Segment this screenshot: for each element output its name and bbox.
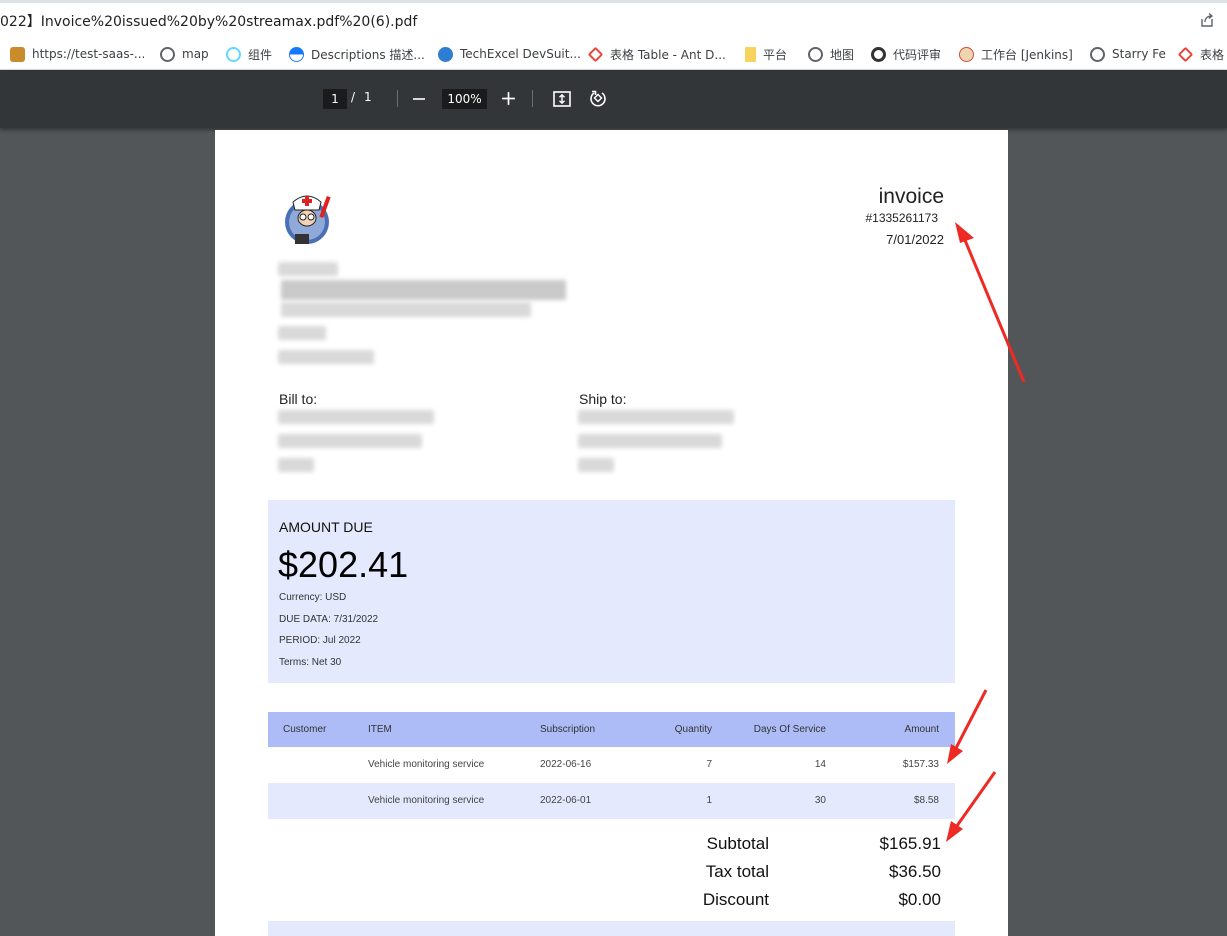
line-items-table: Customer ITEM Subscription Quantity Days… — [268, 712, 955, 819]
footer-band — [268, 921, 955, 936]
bookmark-label: TechExcel DevSuit... — [460, 47, 581, 61]
column-header-amount: Amount — [904, 724, 939, 735]
bookmark-label: 组件 — [248, 47, 273, 62]
bookmark-label: https://test-saas-... — [32, 47, 146, 61]
page-total: 1 — [364, 90, 372, 104]
folder-icon — [745, 46, 756, 62]
table-row: Vehicle monitoring service 2022-06-16 7 … — [268, 747, 955, 783]
bookmark-item[interactable]: 表格 — [1177, 45, 1225, 63]
subtotal-label: Subtotal — [706, 834, 769, 853]
bookmark-label: Starry Fe — [1112, 47, 1166, 61]
column-header-days: Days Of Service — [753, 724, 826, 735]
cell-amount: $157.33 — [902, 759, 939, 770]
bookmark-label: 代码评审 — [893, 47, 942, 62]
bookmark-item[interactable]: https://test-saas-... — [10, 45, 145, 63]
period-text: PERIOD: Jul 2022 — [279, 635, 361, 646]
share-icon[interactable] — [1199, 12, 1215, 28]
amount-due-panel: AMOUNT DUE $202.41 Currency: USD DUE DAT… — [268, 500, 955, 683]
bookmark-item[interactable]: 平台 — [745, 45, 787, 63]
zoom-level-input[interactable]: 100% — [442, 89, 487, 109]
invoice-date: 7/01/2022 — [886, 232, 944, 247]
tax-total-label: Tax total — [705, 862, 769, 881]
bill-to-label: Bill to: — [279, 391, 318, 407]
bookmark-label: 平台 — [763, 47, 788, 62]
ant-diamond-icon — [587, 46, 604, 62]
bookmark-item[interactable]: map — [160, 45, 209, 63]
globe-icon — [1090, 46, 1105, 62]
column-header-subscription: Subscription — [540, 724, 596, 735]
amount-due-value: $202.41 — [278, 544, 409, 585]
bookmark-label: Descriptions 描述... — [311, 47, 425, 62]
nurse-mascot-logo — [285, 195, 331, 244]
cell-quantity: 1 — [706, 795, 712, 806]
subtotal-value: $165.91 — [879, 834, 941, 853]
fit-to-page-icon[interactable] — [552, 89, 572, 109]
terms-text: Terms: Net 30 — [279, 657, 342, 668]
column-header-item: ITEM — [368, 724, 392, 735]
cell-days: 14 — [814, 759, 826, 770]
ship-to-label: Ship to: — [579, 391, 627, 407]
bookmark-item[interactable]: TechExcel DevSuit... — [438, 45, 581, 63]
zoom-out-icon[interactable] — [411, 91, 427, 107]
pdf-toolbar: 1 / 1 100% — [0, 70, 1227, 128]
cell-item: Vehicle monitoring service — [368, 759, 485, 770]
cell-quantity: 7 — [706, 759, 712, 770]
bookmarks-bar: https://test-saas-... map 组件 Description… — [0, 38, 1227, 70]
bookmark-item[interactable]: 地图 — [808, 45, 854, 63]
discount-label: Discount — [702, 890, 769, 909]
invoice-number: #1335261173 — [865, 211, 938, 225]
bookmark-item[interactable]: Starry Fe — [1090, 45, 1166, 63]
bookmark-label: 表格 Table - Ant D... — [610, 47, 726, 62]
react-icon — [226, 46, 241, 62]
jenkins-icon — [959, 46, 974, 62]
cell-item: Vehicle monitoring service — [368, 795, 485, 806]
cell-subscription: 2022-06-01 — [540, 795, 592, 806]
column-header-quantity: Quantity — [674, 724, 712, 735]
dog-avatar-icon — [10, 46, 25, 62]
currency-text: Currency: USD — [279, 592, 347, 603]
techexcel-icon — [438, 46, 453, 62]
bookmark-item[interactable]: 代码评审 — [871, 45, 941, 63]
cell-amount: $8.58 — [913, 795, 939, 806]
cell-days: 30 — [814, 795, 826, 806]
cell-subscription: 2022-06-16 — [540, 759, 592, 770]
due-date-text: DUE DATA: 7/31/2022 — [279, 614, 379, 625]
table-row: Vehicle monitoring service 2022-06-01 1 … — [268, 783, 955, 819]
rotate-icon[interactable] — [588, 88, 608, 108]
table-header-row: Customer ITEM Subscription Quantity Days… — [268, 712, 955, 747]
ant-design-icon — [289, 46, 304, 62]
bookmark-label: 表格 — [1200, 47, 1225, 62]
discount-value: $0.00 — [898, 890, 941, 909]
gerrit-icon — [871, 46, 886, 62]
zoom-in-icon[interactable] — [500, 90, 517, 107]
bookmark-item[interactable]: 组件 — [226, 45, 272, 63]
bookmark-item[interactable]: Descriptions 描述... — [289, 45, 425, 63]
pdf-file-title: 022】Invoice%20issued%20by%20streamax.pdf… — [0, 14, 418, 30]
globe-icon — [160, 46, 175, 62]
amount-due-label: AMOUNT DUE — [279, 519, 373, 535]
ant-diamond-icon — [1177, 46, 1194, 62]
page-separator: / — [351, 90, 356, 104]
column-header-customer: Customer — [283, 724, 327, 735]
bookmark-item[interactable]: 表格 Table - Ant D... — [587, 45, 726, 63]
bookmark-item[interactable]: 工作台 [Jenkins] — [959, 45, 1073, 63]
invoice-title: invoice — [878, 185, 944, 208]
bookmark-label: 地图 — [830, 47, 855, 62]
toolbar-divider — [532, 90, 533, 107]
pdf-page: invoice #1335261173 7/01/2022 Bill to: S… — [215, 130, 1008, 936]
page-number-input[interactable]: 1 — [323, 89, 347, 109]
pdf-title-bar: 022】Invoice%20issued%20by%20streamax.pdf… — [0, 0, 1227, 38]
globe-icon — [808, 46, 823, 62]
bookmark-label: map — [182, 47, 209, 61]
toolbar-divider — [397, 90, 398, 107]
tax-total-value: $36.50 — [889, 862, 941, 881]
bookmark-label: 工作台 [Jenkins] — [981, 47, 1073, 62]
